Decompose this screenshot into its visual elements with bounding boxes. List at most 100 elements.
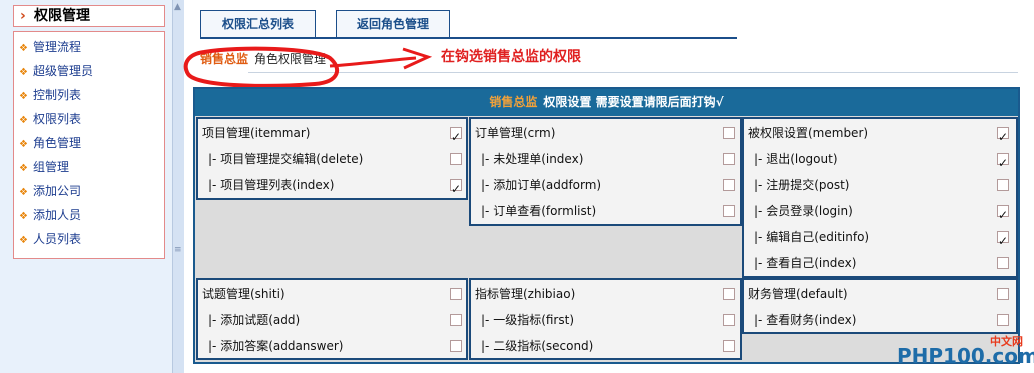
permission-label: |- 订单查看(formlist)	[481, 204, 597, 218]
permission-group-member: 被权限设置(member) |- 退出(logout) |- 注册提交(post…	[742, 117, 1018, 278]
sidebar-item-add-company[interactable]: ❖ 添加公司	[19, 182, 81, 200]
permission-label: |- 添加试题(add)	[208, 313, 301, 327]
permission-checkbox[interactable]	[450, 314, 462, 326]
permission-label: |- 项目管理提交编辑(delete)	[208, 152, 364, 166]
permission-row: |- 一级指标(first)	[473, 307, 740, 333]
permission-row: 试题管理(shiti)	[200, 281, 466, 307]
permission-group-finance: 财务管理(default) |- 查看财务(index)	[742, 278, 1018, 334]
tab-permission-summary[interactable]: 权限汇总列表	[200, 10, 316, 38]
permission-label: 订单管理(crm)	[475, 126, 556, 140]
permission-label: 被权限设置(member)	[748, 126, 869, 140]
permission-label: |- 查看自己(index)	[754, 256, 857, 270]
panel-header-text: 权限设置 需要设置请限后面打钩√	[543, 95, 724, 109]
permission-checkbox[interactable]	[723, 288, 735, 300]
diamond-bullet-icon: ❖	[19, 163, 28, 174]
sidebar-item-add-staff[interactable]: ❖ 添加人员	[19, 206, 81, 224]
permission-checkbox[interactable]	[723, 314, 735, 326]
sidebar: › 权限管理 ❖ 管理流程 ❖ 超级管理员 ❖ 控制列表 ❖ 权限列表 ❖ 角色管理 ❖ 组…	[0, 0, 172, 373]
permission-checkbox[interactable]	[997, 150, 1009, 176]
permission-label: 项目管理(itemmar)	[202, 126, 311, 140]
permission-row: |- 退出(logout)	[746, 146, 1016, 176]
diamond-bullet-icon: ❖	[19, 211, 28, 222]
diamond-bullet-icon: ❖	[19, 115, 28, 126]
sidebar-item-flow[interactable]: ❖ 管理流程	[19, 38, 81, 56]
role-bar-divider	[248, 72, 1018, 73]
chevron-right-icon: ›	[20, 8, 26, 24]
permission-checkbox[interactable]	[723, 153, 735, 165]
permission-row: 订单管理(crm)	[473, 120, 740, 146]
role-name: 销售总监	[200, 52, 249, 66]
collapse-up-icon[interactable]: ▲	[174, 2, 181, 12]
annotation-note: 在钩选销售总监的权限	[441, 49, 581, 65]
permission-label: 财务管理(default)	[748, 287, 848, 301]
permission-label: |- 添加答案(addanswer)	[208, 339, 344, 353]
permission-row: |- 查看财务(index)	[746, 307, 1016, 333]
permission-row: |- 二级指标(second)	[473, 333, 740, 359]
permission-label: |- 未处理单(index)	[481, 152, 584, 166]
permission-label: 试题管理(shiti)	[202, 287, 285, 301]
grip-icon[interactable]: ≡	[174, 246, 182, 255]
permission-group-order: 订单管理(crm) |- 未处理单(index) |- 添加订单(addform…	[469, 117, 742, 226]
sidebar-item-permission-list[interactable]: ❖ 权限列表	[19, 110, 81, 128]
permission-checkbox[interactable]	[997, 228, 1009, 254]
permission-label: |- 会员登录(login)	[754, 204, 853, 218]
site-watermark: 中文网 PHP100.com	[897, 333, 1034, 369]
permission-checkbox[interactable]	[723, 340, 735, 352]
role-bar: 销售总监 角色权限管理	[200, 48, 326, 70]
permission-group-zhibiao: 指标管理(zhibiao) |- 一级指标(first) |- 二级指标(sec…	[469, 278, 742, 360]
sidebar-header: › 权限管理	[13, 5, 165, 27]
permission-label: |- 添加订单(addform)	[481, 178, 602, 192]
permission-checkbox[interactable]	[450, 153, 462, 165]
permission-label: |- 项目管理列表(index)	[208, 178, 335, 192]
diamond-bullet-icon: ❖	[19, 67, 28, 78]
permission-checkbox[interactable]	[450, 124, 462, 150]
diamond-bullet-icon: ❖	[19, 139, 28, 150]
permission-label: |- 注册提交(post)	[754, 178, 850, 192]
permission-row: |- 会员登录(login)	[746, 198, 1016, 228]
permission-group-item: 项目管理(itemmar) |- 项目管理提交编辑(delete) |- 项目管…	[196, 117, 468, 202]
permission-checkbox[interactable]	[997, 179, 1009, 191]
permission-checkbox[interactable]	[723, 179, 735, 191]
tab-back-role-mgmt[interactable]: 返回角色管理	[336, 10, 450, 38]
diamond-bullet-icon: ❖	[19, 91, 28, 102]
frame-splitter[interactable]: ▲ ≡	[172, 0, 184, 373]
permission-row: |- 编辑自己(editinfo)	[746, 224, 1016, 254]
permission-row: 指标管理(zhibiao)	[473, 281, 740, 307]
permission-checkbox[interactable]	[450, 340, 462, 352]
permission-row: |- 添加答案(addanswer)	[200, 333, 466, 359]
sidebar-item-staff-list[interactable]: ❖ 人员列表	[19, 230, 81, 248]
permission-row: |- 注册提交(post)	[746, 172, 1016, 198]
permission-row: |- 订单查看(formlist)	[473, 198, 740, 224]
watermark-logo: PHP100.com	[897, 344, 1034, 368]
sidebar-menu: ❖ 管理流程 ❖ 超级管理员 ❖ 控制列表 ❖ 权限列表 ❖ 角色管理 ❖ 组管理 ❖ 添加公…	[13, 31, 165, 259]
sidebar-title: 权限管理	[34, 8, 90, 24]
permission-label: |- 二级指标(second)	[481, 339, 594, 353]
permission-checkbox[interactable]	[997, 314, 1009, 326]
permission-label: 指标管理(zhibiao)	[475, 287, 576, 301]
permission-row: |- 未处理单(index)	[473, 146, 740, 172]
permission-row: |- 查看自己(index)	[746, 250, 1016, 276]
permission-checkbox[interactable]	[997, 202, 1009, 228]
permission-checkbox[interactable]	[450, 288, 462, 300]
tab-underline	[200, 37, 737, 39]
diamond-bullet-icon: ❖	[19, 43, 28, 54]
diamond-bullet-icon: ❖	[19, 187, 28, 198]
permission-checkbox[interactable]	[997, 257, 1009, 269]
permission-checkbox[interactable]	[723, 127, 735, 139]
permission-checkbox[interactable]	[997, 124, 1009, 150]
permission-row: 被权限设置(member)	[746, 120, 1016, 150]
permission-label: |- 一级指标(first)	[481, 313, 575, 327]
permission-checkbox[interactable]	[723, 205, 735, 217]
permission-checkbox[interactable]	[997, 288, 1009, 300]
permission-row: |- 添加订单(addform)	[473, 172, 740, 198]
sidebar-item-group-mgmt[interactable]: ❖ 组管理	[19, 158, 69, 176]
sidebar-item-control-list[interactable]: ❖ 控制列表	[19, 86, 81, 104]
permission-row: |- 项目管理列表(index)	[200, 172, 466, 202]
permission-row: |- 项目管理提交编辑(delete)	[200, 146, 466, 172]
sidebar-item-role-mgmt[interactable]: ❖ 角色管理	[19, 134, 81, 152]
permission-row: 财务管理(default)	[746, 281, 1016, 307]
permission-checkbox[interactable]	[450, 176, 462, 202]
permission-label: |- 退出(logout)	[754, 152, 838, 166]
permission-row: 项目管理(itemmar)	[200, 120, 466, 150]
sidebar-item-super-admin[interactable]: ❖ 超级管理员	[19, 62, 93, 80]
